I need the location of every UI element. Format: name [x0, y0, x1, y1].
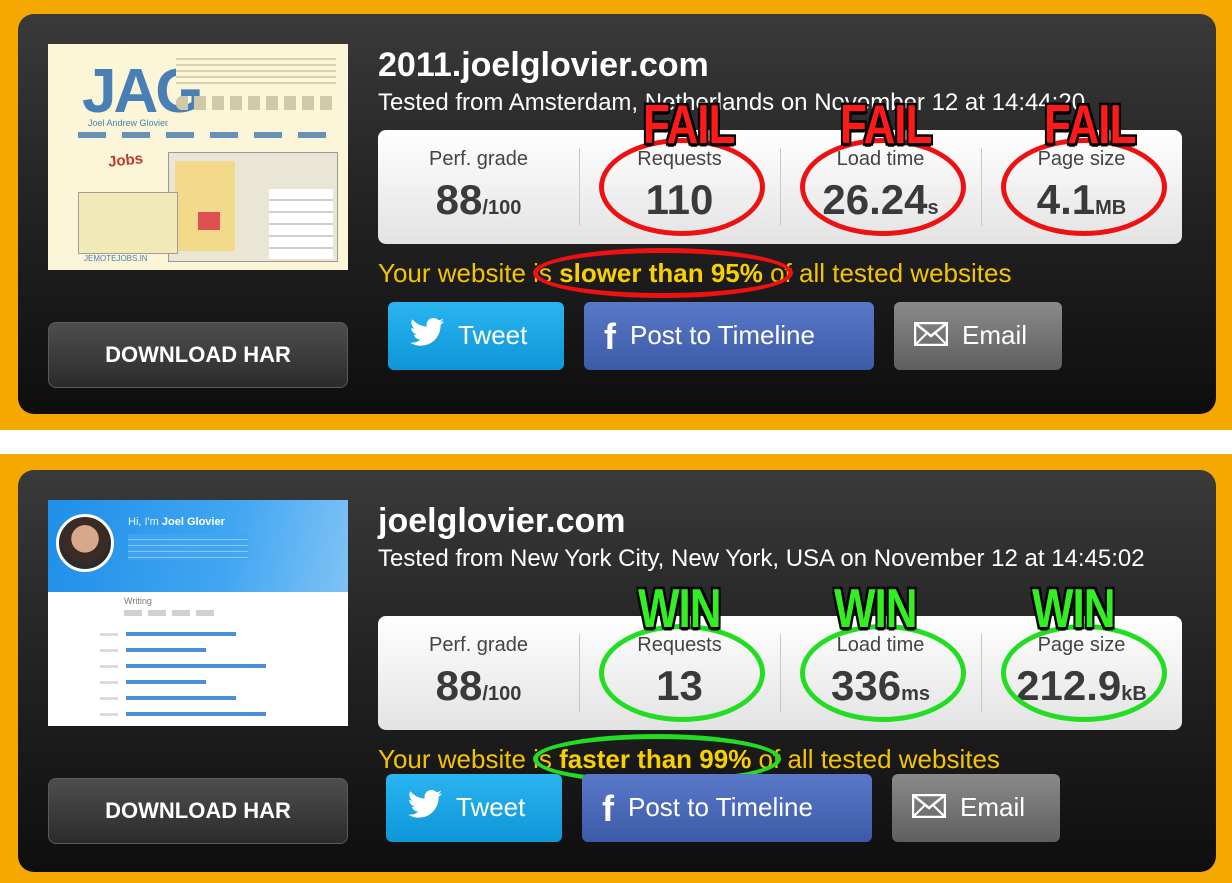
greeting-prefix: Hi, I'm	[128, 516, 162, 528]
metric-label: Perf. grade	[429, 634, 528, 656]
site-url: 2011.joelglovier.com	[378, 46, 709, 84]
thumbnail-nav	[78, 132, 340, 138]
metric-perf-grade: Perf. grade 88/100	[378, 130, 579, 244]
thumbnail-window	[168, 152, 338, 262]
greeting-name: Joel Glovier	[161, 516, 225, 528]
twitter-bird-icon	[407, 776, 442, 842]
site-screenshot-thumbnail: Hi, I'm Joel Glovier Writing	[48, 500, 348, 726]
list-item	[100, 708, 300, 724]
fail-oval	[533, 248, 793, 298]
list-item	[100, 628, 300, 644]
result-card: Hi, I'm Joel Glovier Writing DOWNLOAD HA…	[18, 470, 1216, 872]
summary-highlight: slower than 95%	[533, 248, 793, 298]
tweet-button[interactable]: Tweet	[386, 774, 562, 842]
site-screenshot-thumbnail: JAG Joel Andrew Glovier Jobs JEMOTEJOBS.…	[48, 44, 348, 270]
list-item	[100, 644, 300, 660]
list-item	[100, 676, 300, 692]
post-to-timeline-label: Post to Timeline	[628, 792, 813, 822]
thumbnail-badge	[198, 212, 220, 230]
win-label-page-size: WIN	[1032, 578, 1116, 640]
result-card: JAG Joel Andrew Glovier Jobs JEMOTEJOBS.…	[18, 14, 1216, 414]
download-har-button[interactable]: DOWNLOAD HAR	[48, 778, 348, 844]
tweet-label: Tweet	[458, 320, 528, 350]
tweet-label: Tweet	[456, 792, 526, 822]
metric-value: 88/100	[378, 662, 579, 710]
email-button[interactable]: Email	[894, 302, 1062, 370]
envelope-icon	[911, 776, 947, 842]
thumbnail-greeting: Hi, I'm Joel Glovier	[128, 516, 225, 528]
summary-highlight: faster than 99%	[533, 734, 782, 784]
thumbnail-window-small	[78, 192, 178, 254]
thumbnail-section-title: Writing	[124, 596, 152, 606]
thumbnail-jobs-text: Jobs	[107, 150, 144, 171]
post-to-timeline-button[interactable]: f Post to Timeline	[584, 302, 874, 370]
metric-value: 88/100	[378, 176, 579, 224]
thumbnail-header-lines	[128, 534, 248, 560]
thumbnail-text-lines	[176, 54, 336, 88]
metric-perf-grade: Perf. grade 88/100	[378, 616, 579, 730]
facebook-f-icon: f	[604, 316, 616, 358]
email-label: Email	[960, 792, 1026, 822]
fail-label-requests: FAIL	[643, 94, 735, 156]
fail-label-load-time: FAIL	[840, 94, 932, 156]
result-panel-new-site: Hi, I'm Joel Glovier Writing DOWNLOAD HA…	[0, 454, 1232, 883]
test-location: Tested from New York City, New York, USA…	[378, 545, 1145, 572]
summary-prefix: Your website is	[378, 258, 560, 288]
metric-number: 88	[435, 662, 483, 709]
email-button[interactable]: Email	[892, 774, 1060, 842]
metric-number: 88	[435, 176, 483, 223]
thumbnail-footer: JEMOTEJOBS.IN	[84, 254, 148, 263]
post-to-timeline-label: Post to Timeline	[630, 320, 815, 350]
thumbnail-subtitle: Joel Andrew Glovier	[88, 118, 169, 128]
thumbnail-post-list	[100, 628, 300, 724]
list-item	[100, 692, 300, 708]
site-url: joelglovier.com	[378, 502, 626, 540]
thumbnail-icon-row	[176, 96, 336, 110]
metric-unit: /100	[482, 683, 522, 705]
list-item	[100, 660, 300, 676]
metric-label: Perf. grade	[429, 148, 528, 170]
avatar	[56, 514, 114, 572]
summary-prefix: Your website is	[378, 744, 560, 774]
summary-suffix: of all tested websites	[762, 258, 1012, 288]
win-label-load-time: WIN	[834, 578, 918, 640]
speed-summary: Your website is faster than 99% of all t…	[378, 734, 1000, 784]
thumbnail-tags	[124, 610, 214, 616]
facebook-f-icon: f	[602, 788, 614, 830]
summary-suffix: of all tested websites	[751, 744, 1000, 774]
download-har-button[interactable]: DOWNLOAD HAR	[48, 322, 348, 388]
twitter-bird-icon	[409, 304, 444, 370]
metric-unit: /100	[482, 197, 522, 219]
envelope-icon	[913, 304, 949, 370]
fail-label-page-size: FAIL	[1044, 94, 1136, 156]
win-label-requests: WIN	[638, 578, 722, 640]
post-to-timeline-button[interactable]: f Post to Timeline	[582, 774, 872, 842]
tweet-button[interactable]: Tweet	[388, 302, 564, 370]
email-label: Email	[962, 320, 1028, 350]
result-panel-old-site: JAG Joel Andrew Glovier Jobs JEMOTEJOBS.…	[0, 0, 1232, 430]
speed-summary: Your website is slower than 95% of all t…	[378, 248, 1012, 298]
